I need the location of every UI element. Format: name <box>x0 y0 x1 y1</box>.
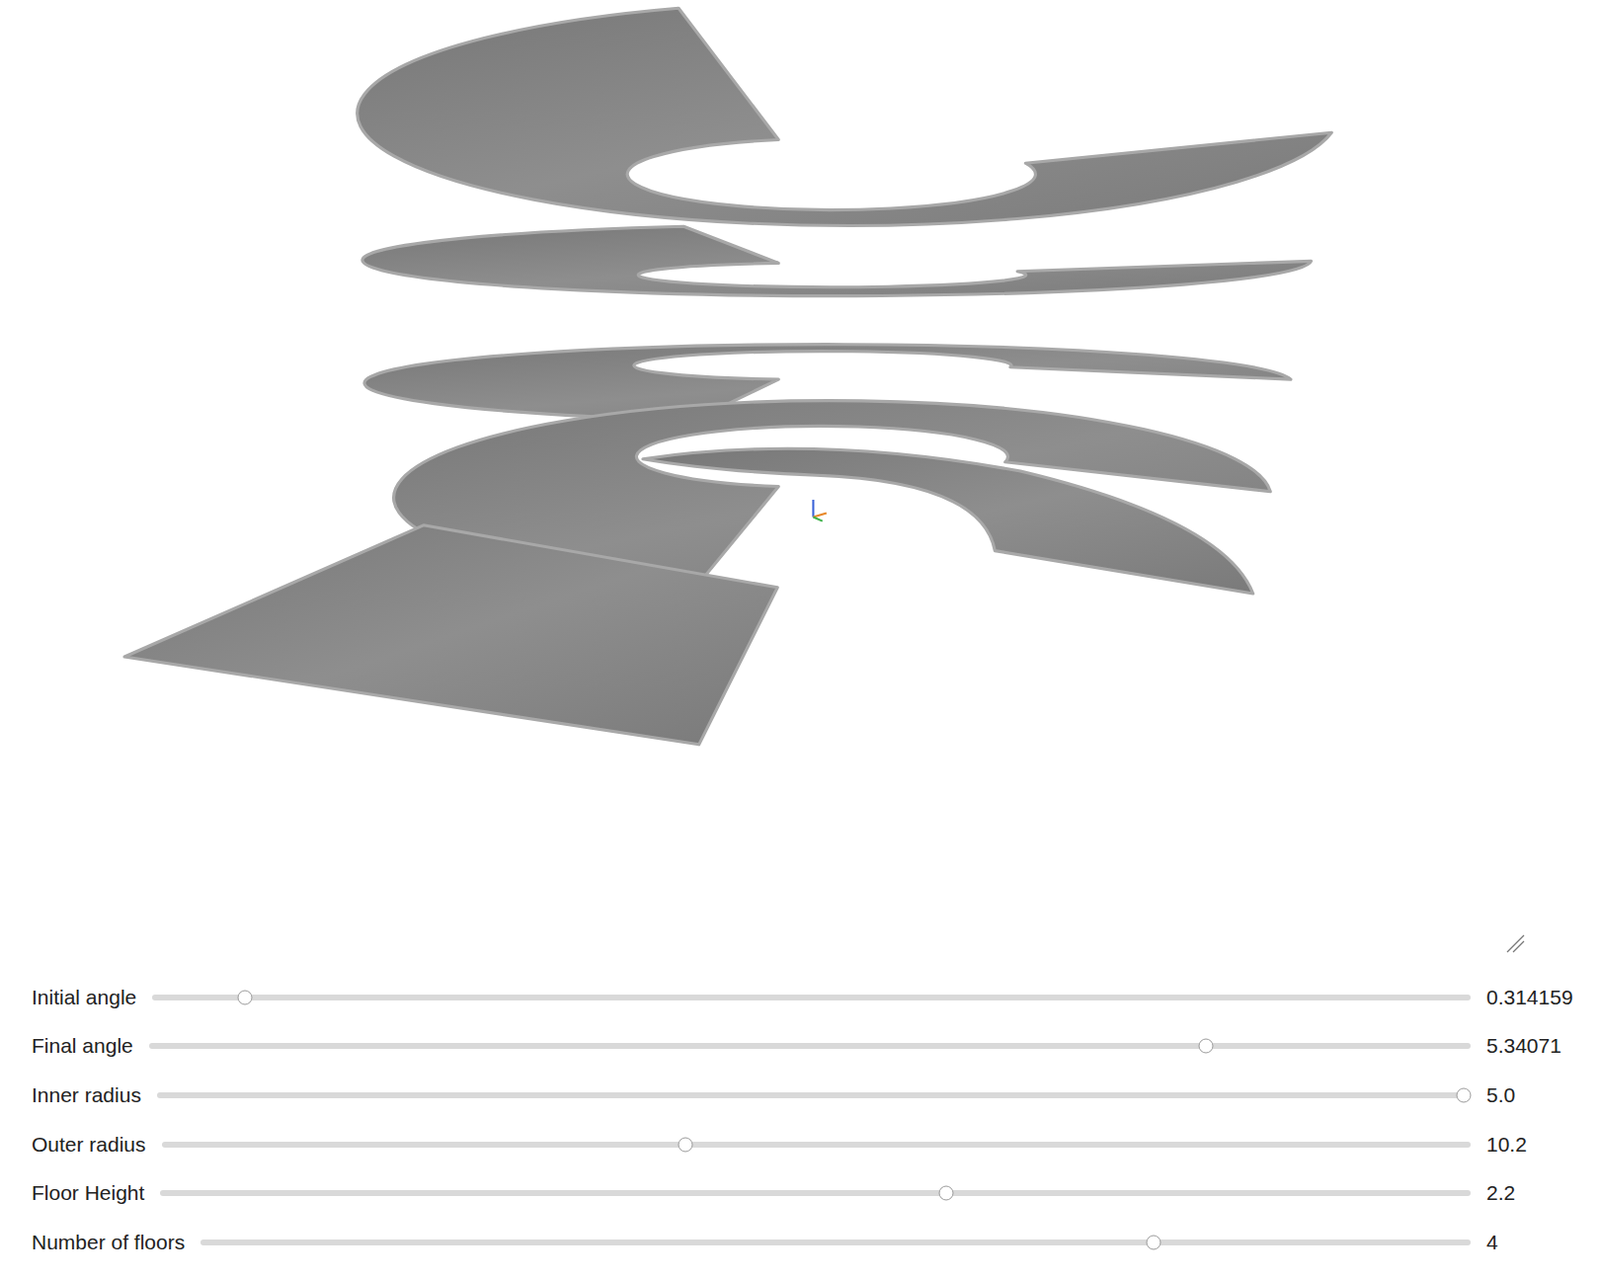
slider-thumb[interactable] <box>677 1136 693 1152</box>
slider-label: Inner radius <box>31 1083 142 1108</box>
app-page: Initial angle 0.314159 Final angle 5.34071 I… <box>0 0 1600 1279</box>
ground-slab <box>124 525 778 745</box>
slider-row: Floor Height 2.2 <box>0 1168 1600 1218</box>
slider-thumb[interactable] <box>1199 1039 1214 1054</box>
slider-value: 0.314159 <box>1486 985 1600 1010</box>
slider-row: Final angle 5.34071 <box>0 1022 1600 1072</box>
slider-track[interactable] <box>152 994 1471 1001</box>
slider-track[interactable] <box>149 1042 1471 1049</box>
slider-label: Number of floors <box>31 1230 185 1255</box>
slider-thumb[interactable] <box>237 989 252 1005</box>
slider-value: 10.2 <box>1486 1132 1600 1157</box>
slider-row: Number of floors 4 <box>0 1217 1600 1268</box>
slider-track[interactable] <box>161 1141 1471 1148</box>
slider-label: Final angle <box>31 1034 134 1058</box>
spiral-staircase-3d[interactable] <box>0 0 1600 973</box>
slider-thumb[interactable] <box>1456 1087 1472 1103</box>
scene-canvas[interactable] <box>0 0 1600 969</box>
floor-top <box>357 7 1333 226</box>
slider-value: 4 <box>1486 1230 1600 1255</box>
resize-handle-icon[interactable] <box>1505 933 1525 954</box>
slider-thumb[interactable] <box>1145 1234 1161 1250</box>
slider-track[interactable] <box>160 1190 1471 1197</box>
axes-icon <box>812 499 826 522</box>
floor-bottom <box>642 448 1254 594</box>
slider-row: Initial angle 0.314159 <box>0 972 1600 1023</box>
slider-value: 2.2 <box>1486 1181 1600 1205</box>
slider-track[interactable] <box>200 1239 1471 1246</box>
slider-track[interactable] <box>157 1092 1471 1099</box>
slider-value: 5.34071 <box>1486 1034 1600 1058</box>
slider-label: Floor Height <box>31 1181 145 1205</box>
slider-panel: Initial angle 0.314159 Final angle 5.34071 I… <box>0 972 1600 1268</box>
slider-label: Initial angle <box>31 985 137 1010</box>
slider-label: Outer radius <box>31 1132 147 1157</box>
slider-value: 5.0 <box>1486 1083 1600 1108</box>
slider-row: Inner radius 5.0 <box>0 1070 1600 1120</box>
slider-thumb[interactable] <box>939 1186 955 1201</box>
floor-upper <box>362 226 1312 296</box>
slider-row: Outer radius 10.2 <box>0 1120 1600 1170</box>
